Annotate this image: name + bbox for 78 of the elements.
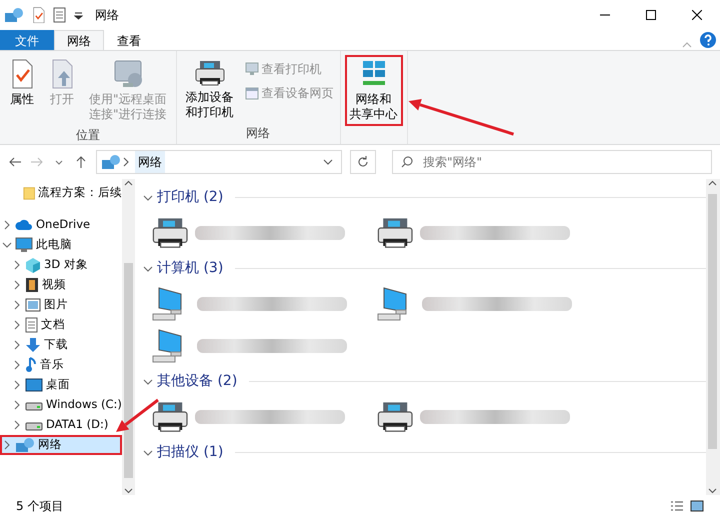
picture-icon (25, 298, 41, 312)
chevron-down-icon[interactable] (143, 192, 153, 202)
scrollbar[interactable] (706, 179, 720, 495)
dropdown-icon[interactable] (74, 10, 84, 20)
cube-icon (25, 257, 41, 273)
printer-icon (376, 400, 414, 434)
document-check-icon (10, 59, 34, 89)
scroll-down-icon[interactable] (708, 486, 718, 495)
group-header: 打印机 (2) (157, 188, 224, 207)
nav-item[interactable]: 3D 对象 (0, 255, 122, 275)
chevron-right-icon (121, 157, 131, 167)
nav-item[interactable]: DATA1 (D:) (0, 415, 122, 435)
group-header: 计算机 (3) (157, 259, 224, 278)
refresh-icon[interactable] (357, 156, 369, 168)
document-check-icon (32, 6, 46, 24)
scroll-up-icon[interactable] (708, 179, 718, 188)
network-icon (4, 7, 24, 23)
help-icon[interactable] (700, 32, 716, 48)
music-note-icon (25, 357, 37, 373)
dropdown-icon[interactable] (323, 157, 333, 167)
ribbon-button[interactable]: 添加设备 和打印机 (180, 55, 239, 124)
folder-icon (22, 185, 35, 201)
chevron-right-icon[interactable] (2, 220, 12, 230)
down-arrow-icon (25, 337, 41, 353)
nav-item[interactable]: 图片 (0, 295, 122, 315)
group-label: 网络 (245, 125, 272, 142)
nav-item[interactable]: 下载 (0, 335, 122, 355)
document-arrow-icon (50, 59, 74, 89)
details-view-icon[interactable] (670, 500, 684, 512)
film-icon (25, 277, 39, 293)
search-icon (401, 156, 413, 168)
group-label: 位置 (74, 127, 101, 144)
printer-icon (151, 216, 190, 250)
ribbon-tab[interactable]: 查看 (104, 30, 154, 50)
chevron-down-icon[interactable] (143, 376, 153, 386)
window-title: 网络 (95, 7, 120, 24)
scroll-down-icon[interactable] (124, 486, 133, 495)
document-icon (25, 317, 38, 333)
search-box[interactable]: 搜索"网络" (392, 150, 712, 174)
cloud-icon (15, 219, 33, 231)
monitor-icon (15, 237, 33, 253)
scroll-up-icon[interactable] (124, 179, 133, 188)
nav-item[interactable]: 视频 (0, 275, 122, 295)
chevron-down-icon[interactable] (143, 264, 153, 274)
address-bar[interactable]: 网络 (96, 150, 342, 174)
printer-icon (194, 59, 226, 87)
monitor-icon (244, 62, 259, 76)
close-icon[interactable] (692, 10, 702, 20)
chevron-down-icon[interactable] (143, 448, 153, 458)
up-arrow-icon[interactable] (74, 155, 88, 169)
nav-item[interactable]: 网络 (0, 435, 122, 455)
nav-item[interactable]: Windows (C:) (0, 395, 122, 415)
document-icon (53, 7, 66, 23)
back-arrow-icon[interactable] (8, 155, 22, 169)
network-icon (101, 154, 121, 170)
large-icons-view-icon[interactable] (690, 500, 704, 512)
printer-icon (376, 216, 414, 250)
ribbon-button[interactable]: 网络和 共享中心 (344, 55, 403, 126)
printer-icon (151, 400, 190, 434)
nav-item[interactable]: 此电脑 (0, 235, 122, 255)
maximize-icon[interactable] (646, 10, 656, 20)
breadcrumb-item[interactable]: 网络 (135, 151, 165, 173)
group-header: 其他设备 (2) (157, 372, 238, 391)
nav-item[interactable]: 桌面 (0, 375, 122, 395)
ribbon-tab[interactable]: 文件 (0, 30, 54, 50)
item-count: 5 个项目 (16, 498, 64, 514)
nav-item[interactable]: 音乐 (0, 355, 122, 375)
group-header: 扫描仪 (1) (157, 443, 224, 462)
chevron-down-icon[interactable] (2, 240, 12, 250)
webpage-icon (244, 86, 259, 100)
ribbon-button[interactable]: 属性 (4, 55, 40, 126)
nav-item[interactable]: 流程方案：后续 (0, 183, 122, 203)
scrollbar[interactable] (122, 179, 135, 495)
ribbon-tab[interactable]: 网络 (54, 30, 104, 50)
monitor-icon (25, 378, 43, 392)
nav-item[interactable]: OneDrive (0, 215, 122, 235)
network-icon (15, 437, 35, 453)
nav-item[interactable]: 文档 (0, 315, 122, 335)
